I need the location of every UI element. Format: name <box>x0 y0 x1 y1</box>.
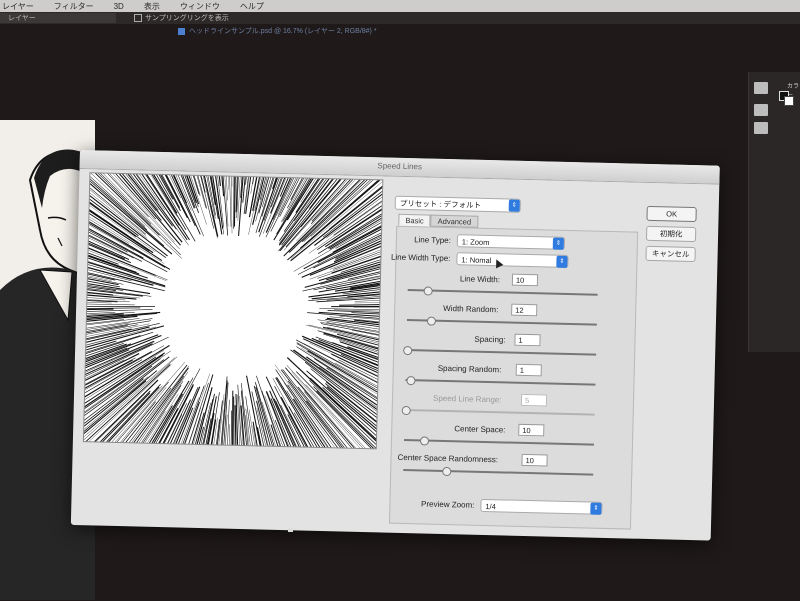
width-random-label: Width Random: <box>443 303 499 315</box>
spacing-slider-track[interactable] <box>406 349 597 356</box>
speed-line-range-slider-track <box>404 409 595 416</box>
spacing-input[interactable]: 1 <box>514 333 541 347</box>
speed-line <box>339 302 494 306</box>
chevron-updown-icon: ⇕ <box>590 502 602 515</box>
preview-zoom-row: Preview Zoom: 1/4 ⇕ <box>421 498 603 516</box>
properties-icon[interactable] <box>754 104 768 116</box>
preview-zoom-value: 1/4 <box>485 502 496 512</box>
document-title: ヘッドラインサンプル.psd @ 16.7% (レイヤー 2, RGB/8#) … <box>189 28 377 35</box>
chevron-updown-icon: ⇕ <box>556 255 568 268</box>
menu-filter[interactable]: フィルター <box>54 1 94 12</box>
width-random-input[interactable]: 12 <box>511 303 538 317</box>
line-type-row: Line Type: 1: Zoom ⇕ <box>414 234 566 251</box>
canvas-handle <box>288 528 293 532</box>
menu-help[interactable]: ヘルプ <box>240 1 264 12</box>
line-width-type-label: Line Width Type: <box>390 252 451 264</box>
width-random-slider-thumb[interactable] <box>426 316 436 326</box>
speed-lines-dialog: Speed Lines プリセット : デフォルト ⇕ Basic Advanc… <box>0 46 720 567</box>
center-space-input[interactable]: 10 <box>518 423 545 437</box>
line-width-label: Line Width: <box>459 274 501 285</box>
speed-line-range-label: Speed Line Range: <box>432 393 502 405</box>
line-width-slider-track[interactable] <box>407 289 598 296</box>
checkbox-icon <box>134 14 142 22</box>
center-space-randomness-input[interactable]: 10 <box>521 453 548 467</box>
center-space-randomness-label: Center Space Randomness: <box>397 452 499 465</box>
tab-basic[interactable]: Basic <box>398 213 431 227</box>
reset-button[interactable]: 初期化 <box>645 225 697 243</box>
speed-line <box>261 58 313 217</box>
line-width-input[interactable]: 10 <box>511 273 539 287</box>
speed-line-range-input: 5 <box>520 393 548 407</box>
center-space-randomness-slider-track[interactable] <box>403 468 594 476</box>
menu-view[interactable]: 表示 <box>144 1 160 12</box>
menu-bar: レイヤー フィルター 3D 表示 ウィンドウ ヘルプ <box>0 0 800 12</box>
chevron-updown-icon: ⇕ <box>552 237 564 250</box>
spacing-random-slider-thumb[interactable] <box>406 376 416 386</box>
sampling-ring-toggle[interactable]: サンプリングリングを表示 <box>134 13 229 23</box>
sampling-ring-label: サンプリングリングを表示 <box>145 15 229 22</box>
layers-icon[interactable] <box>754 122 768 134</box>
history-icon[interactable] <box>754 82 768 94</box>
line-width-type-select[interactable]: 1: Nomal ⇕ <box>456 252 569 268</box>
menu-3d[interactable]: 3D <box>114 2 124 11</box>
spacing-random-input[interactable]: 1 <box>515 363 542 377</box>
menu-window[interactable]: ウィンドウ <box>180 1 220 12</box>
line-type-label: Line Type: <box>414 235 452 246</box>
line-width-type-row: Line Width Type: 1: Nomal ⇕ <box>391 252 569 269</box>
basic-settings-group: Line Type: 1: Zoom ⇕ Line Width Type: 1:… <box>388 225 639 530</box>
spacing-label: Spacing: <box>474 334 506 345</box>
line-type-select[interactable]: 1: Zoom ⇕ <box>456 234 566 250</box>
settings-panel: プリセット : デフォルト ⇕ Basic Advanced Line Type… <box>383 182 639 530</box>
chevron-updown-icon: ⇕ <box>508 199 520 212</box>
speed-line-range-slider-thumb <box>401 405 411 416</box>
options-bar: レイヤー サンプリングリングを表示 <box>0 12 800 24</box>
preset-select[interactable]: プリセット : デフォルト ⇕ <box>394 195 521 213</box>
center-space-slider-thumb[interactable] <box>419 436 430 446</box>
preview-zoom-label: Preview Zoom: <box>420 499 475 510</box>
right-panel: カラー <box>748 72 800 352</box>
preview-area <box>0 46 494 567</box>
speed-line <box>309 218 478 280</box>
speed-lines-preview <box>0 46 494 567</box>
layer-select[interactable]: レイヤー <box>0 13 116 23</box>
menu-layer[interactable]: レイヤー <box>2 1 34 12</box>
spacing-random-slider-track[interactable] <box>405 379 596 386</box>
document-tab[interactable]: ヘッドラインサンプル.psd @ 16.7% (レイヤー 2, RGB/8#) … <box>178 26 738 36</box>
cancel-button[interactable]: キャンセル <box>645 245 696 263</box>
line-width-type-value: 1: Nomal <box>461 255 492 266</box>
center-space-randomness-slider-thumb[interactable] <box>441 466 452 477</box>
spacing-slider-thumb[interactable] <box>403 345 413 356</box>
document-icon <box>178 27 185 35</box>
line-type-value: 1: Zoom <box>461 237 490 248</box>
preview-zoom-select[interactable]: 1/4 ⇕ <box>480 498 603 515</box>
center-space-randomness-control: Center Space Randomness: 10 <box>391 453 632 489</box>
background-color-swatch[interactable] <box>784 96 794 106</box>
center-space-label: Center Space: <box>454 424 506 435</box>
speed-line <box>71 364 188 511</box>
line-width-slider-thumb[interactable] <box>423 286 433 296</box>
preset-value: プリセット : デフォルト <box>399 198 482 210</box>
speed-line <box>292 398 376 525</box>
spacing-random-label: Spacing Random: <box>437 363 502 375</box>
ok-button[interactable]: OK <box>646 205 697 223</box>
center-space-slider-track[interactable] <box>403 439 594 446</box>
